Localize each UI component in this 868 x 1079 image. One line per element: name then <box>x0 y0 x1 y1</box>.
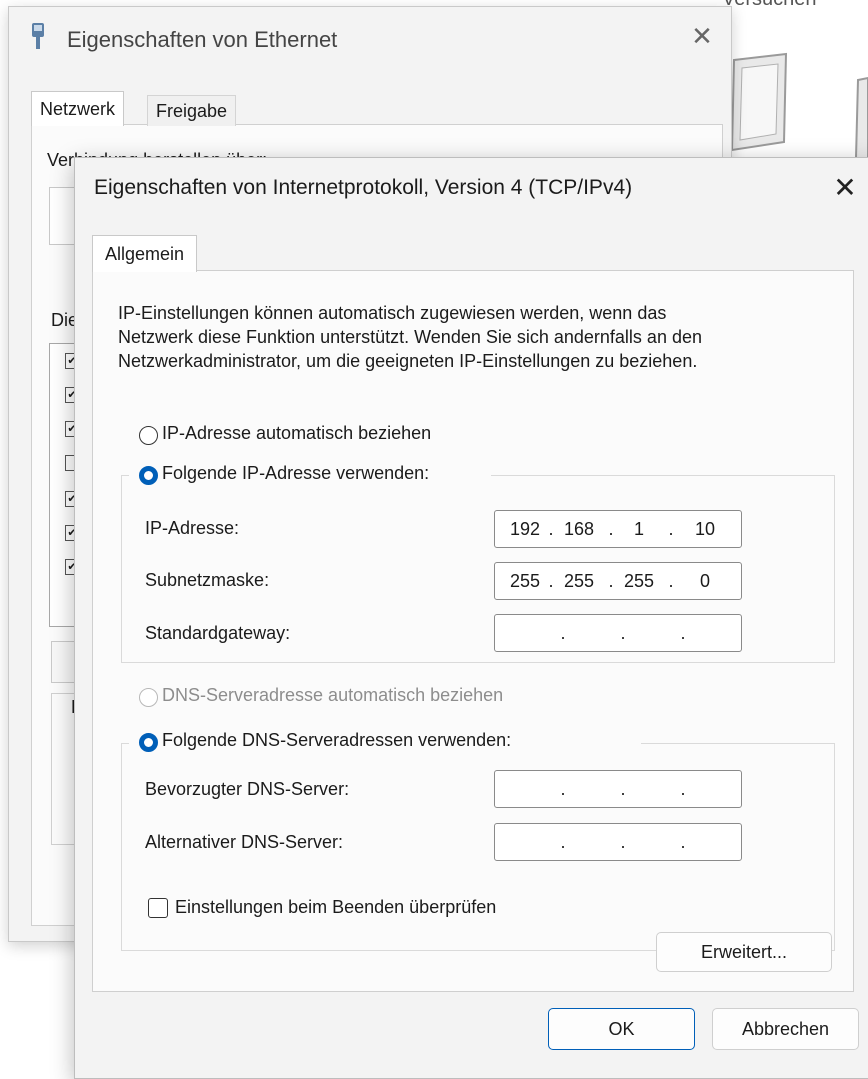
octet: 255 <box>623 571 655 591</box>
ip-address-label: IP-Adresse: <box>145 518 240 538</box>
octet-separator: . <box>548 571 554 591</box>
octet: 255 <box>563 571 595 591</box>
info-line: Netzwerkadministrator, um die geeigneten… <box>118 351 698 371</box>
octet: 255 <box>509 571 541 591</box>
octet-separator: . <box>620 832 626 852</box>
network-adapter-icon <box>32 23 44 49</box>
background-window-right-title: Versuchen <box>722 0 817 11</box>
ip-address-input[interactable]: 192 . 168 . 1 . 10 <box>494 510 742 548</box>
dns-auto-label[interactable]: DNS-Serveradresse automatisch beziehen <box>162 685 503 706</box>
cancel-button[interactable]: Abbrechen <box>712 1008 859 1050</box>
octet: 1 <box>633 519 644 539</box>
subnet-mask-label: Subnetzmaske: <box>145 570 270 590</box>
info-text: IP-Einstellungen können automatisch zuge… <box>118 301 848 373</box>
tab-allgemein[interactable]: Allgemein <box>92 235 198 272</box>
octet-separator: . <box>608 571 614 591</box>
octet-separator: . <box>620 623 626 643</box>
validate-on-exit-checkbox[interactable] <box>148 898 168 918</box>
octet-separator: . <box>548 519 554 539</box>
octet-separator: . <box>680 832 686 852</box>
alternate-dns-input[interactable]: . . . <box>494 823 742 861</box>
ethernet-properties-title: Eigenschaften von Ethernet <box>67 27 338 52</box>
info-line: IP-Einstellungen können automatisch zuge… <box>118 303 667 323</box>
advanced-button[interactable]: Erweitert... <box>656 932 832 972</box>
info-line: Netzwerk diese Funktion unterstützt. Wen… <box>118 327 702 347</box>
default-gateway-input[interactable]: . . . <box>494 614 742 652</box>
alternate-dns-label: Alternativer DNS-Server: <box>145 832 344 852</box>
octet-separator: . <box>560 623 566 643</box>
octet: 192 <box>509 519 541 539</box>
preferred-dns-input[interactable]: . . . <box>494 770 742 808</box>
dns-manual-radio[interactable] <box>139 733 158 752</box>
octet-separator: . <box>668 571 674 591</box>
octet-separator: . <box>620 779 626 799</box>
ipv4-properties-dialog: Eigenschaften von Internetprotokoll, Ver… <box>74 157 868 1079</box>
ip-auto-radio[interactable] <box>139 426 158 445</box>
ip-auto-label[interactable]: IP-Adresse automatisch beziehen <box>162 423 431 444</box>
octet-separator: . <box>608 519 614 539</box>
octet-separator: . <box>560 779 566 799</box>
octet-separator: . <box>680 779 686 799</box>
ip-manual-label[interactable]: Folgende IP-Adresse verwenden: <box>162 463 429 484</box>
octet: 10 <box>694 519 716 539</box>
dialog-title: Eigenschaften von Internetprotokoll, Ver… <box>94 176 633 199</box>
octet-separator: . <box>560 832 566 852</box>
octet-separator: . <box>680 623 686 643</box>
octet: 0 <box>699 571 710 591</box>
validate-on-exit-label[interactable]: Einstellungen beim Beenden überprüfen <box>175 897 496 918</box>
tab-netzwerk[interactable]: Netzwerk <box>31 91 125 126</box>
octet: 168 <box>563 519 595 539</box>
ok-button[interactable]: OK <box>548 1008 695 1050</box>
tab-freigabe[interactable]: Freigabe <box>147 95 237 126</box>
dns-manual-label[interactable]: Folgende DNS-Serveradressen verwenden: <box>162 730 511 751</box>
general-tab-panel: IP-Einstellungen können automatisch zuge… <box>92 270 854 992</box>
preferred-dns-label: Bevorzugter DNS-Server: <box>145 779 350 799</box>
dns-auto-radio[interactable] <box>139 688 158 707</box>
subnet-mask-input[interactable]: 255 . 255 . 255 . 0 <box>494 562 742 600</box>
default-gateway-label: Standardgateway: <box>145 623 291 643</box>
octet-separator: . <box>668 519 674 539</box>
ethernet-properties-close-button[interactable]: ✕ <box>687 21 717 51</box>
ip-manual-radio[interactable] <box>139 466 158 485</box>
network-illustration-icon <box>730 52 868 158</box>
dialog-close-button[interactable]: ✕ <box>829 172 861 204</box>
